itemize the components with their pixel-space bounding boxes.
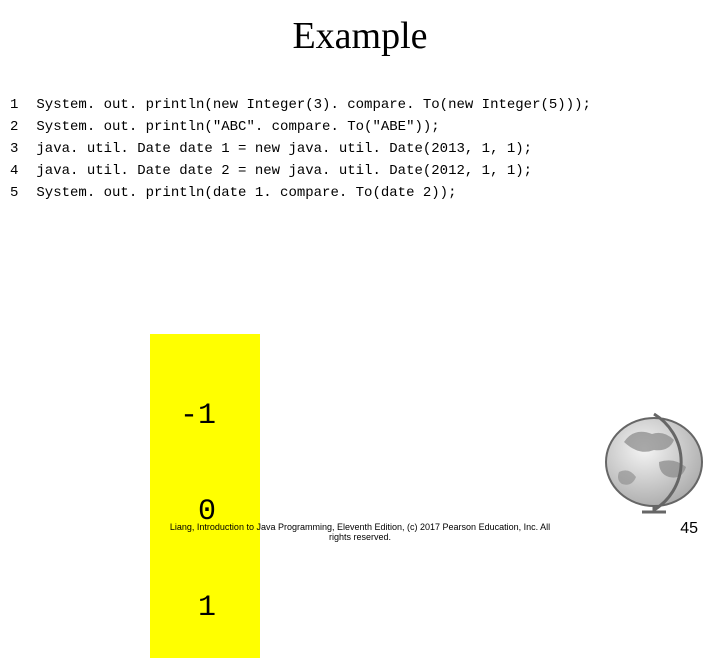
footer-line: Liang, Introduction to Java Programming,… [170, 522, 550, 532]
globe-icon [574, 412, 714, 522]
page-number: 45 [680, 520, 698, 538]
output-box: -1 0 1 [150, 334, 260, 658]
code-line: System. out. println("ABC". compare. To(… [36, 119, 439, 135]
line-number: 2 [10, 119, 18, 135]
code-line: java. util. Date date 1 = new java. util… [36, 141, 532, 157]
footer-line: rights reserved. [329, 532, 391, 542]
code-content: System. out. println(new Integer(3). com… [36, 94, 591, 204]
code-line: System. out. println(date 1. compare. To… [36, 185, 456, 201]
output-line: 1 [150, 592, 260, 624]
slide-title: Example [0, 14, 720, 58]
output-line: -1 [150, 400, 260, 432]
line-number: 4 [10, 163, 18, 179]
code-line: java. util. Date date 2 = new java. util… [36, 163, 532, 179]
code-block: 1 2 3 4 5 System. out. println(new Integ… [0, 94, 720, 204]
footer-citation: Liang, Introduction to Java Programming,… [0, 522, 720, 542]
code-line: System. out. println(new Integer(3). com… [36, 97, 591, 113]
line-number-gutter: 1 2 3 4 5 [10, 94, 18, 204]
line-number: 1 [10, 97, 18, 113]
line-number: 5 [10, 185, 18, 201]
line-number: 3 [10, 141, 18, 157]
